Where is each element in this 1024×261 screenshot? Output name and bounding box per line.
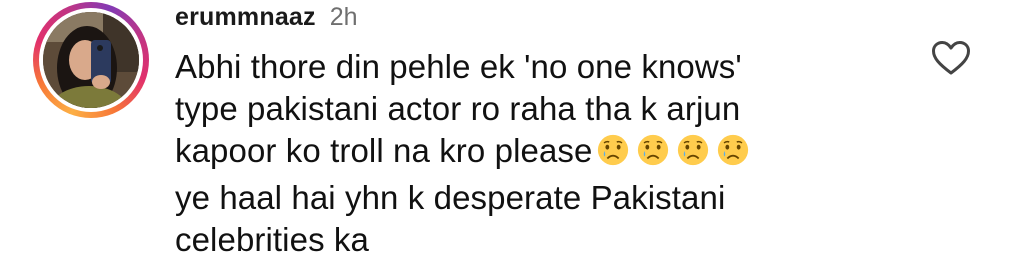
comment-line: type pakistani actor ro raha tha k arjun <box>175 90 741 127</box>
crying-face-emoji-icon <box>598 134 629 166</box>
comment-line: celebrities ka <box>175 221 369 258</box>
comment-line-text: kapoor ko troll na kro please <box>175 132 593 169</box>
comment-row: erummnaaz 2h Abhi thore din pehle ek 'no… <box>0 0 1024 259</box>
heart-outline-icon[interactable] <box>931 40 971 76</box>
timestamp: 2h <box>329 3 358 31</box>
comment-meta: erummnaaz 2h <box>175 0 935 36</box>
comment-line: ye haal hai yhn k desperate Pakistani <box>175 179 726 216</box>
comment-content: erummnaaz 2h Abhi thore din pehle ek 'no… <box>175 0 935 261</box>
crying-face-emoji-icon <box>718 134 749 166</box>
crying-face-emoji-icon <box>638 134 669 166</box>
story-ring[interactable] <box>33 2 149 118</box>
avatar-image <box>43 12 139 108</box>
comment-line: Abhi thore din pehle ek 'no one knows' <box>175 48 742 85</box>
crying-face-emoji-icon <box>678 134 709 166</box>
emoji-group <box>596 133 756 177</box>
avatar-border <box>39 8 143 112</box>
avatar[interactable] <box>43 12 139 108</box>
comment-line-with-emoji: kapoor ko troll na kro please <box>175 130 935 177</box>
comment-text: Abhi thore din pehle ek 'no one knows' t… <box>175 46 935 261</box>
username[interactable]: erummnaaz <box>175 0 316 34</box>
